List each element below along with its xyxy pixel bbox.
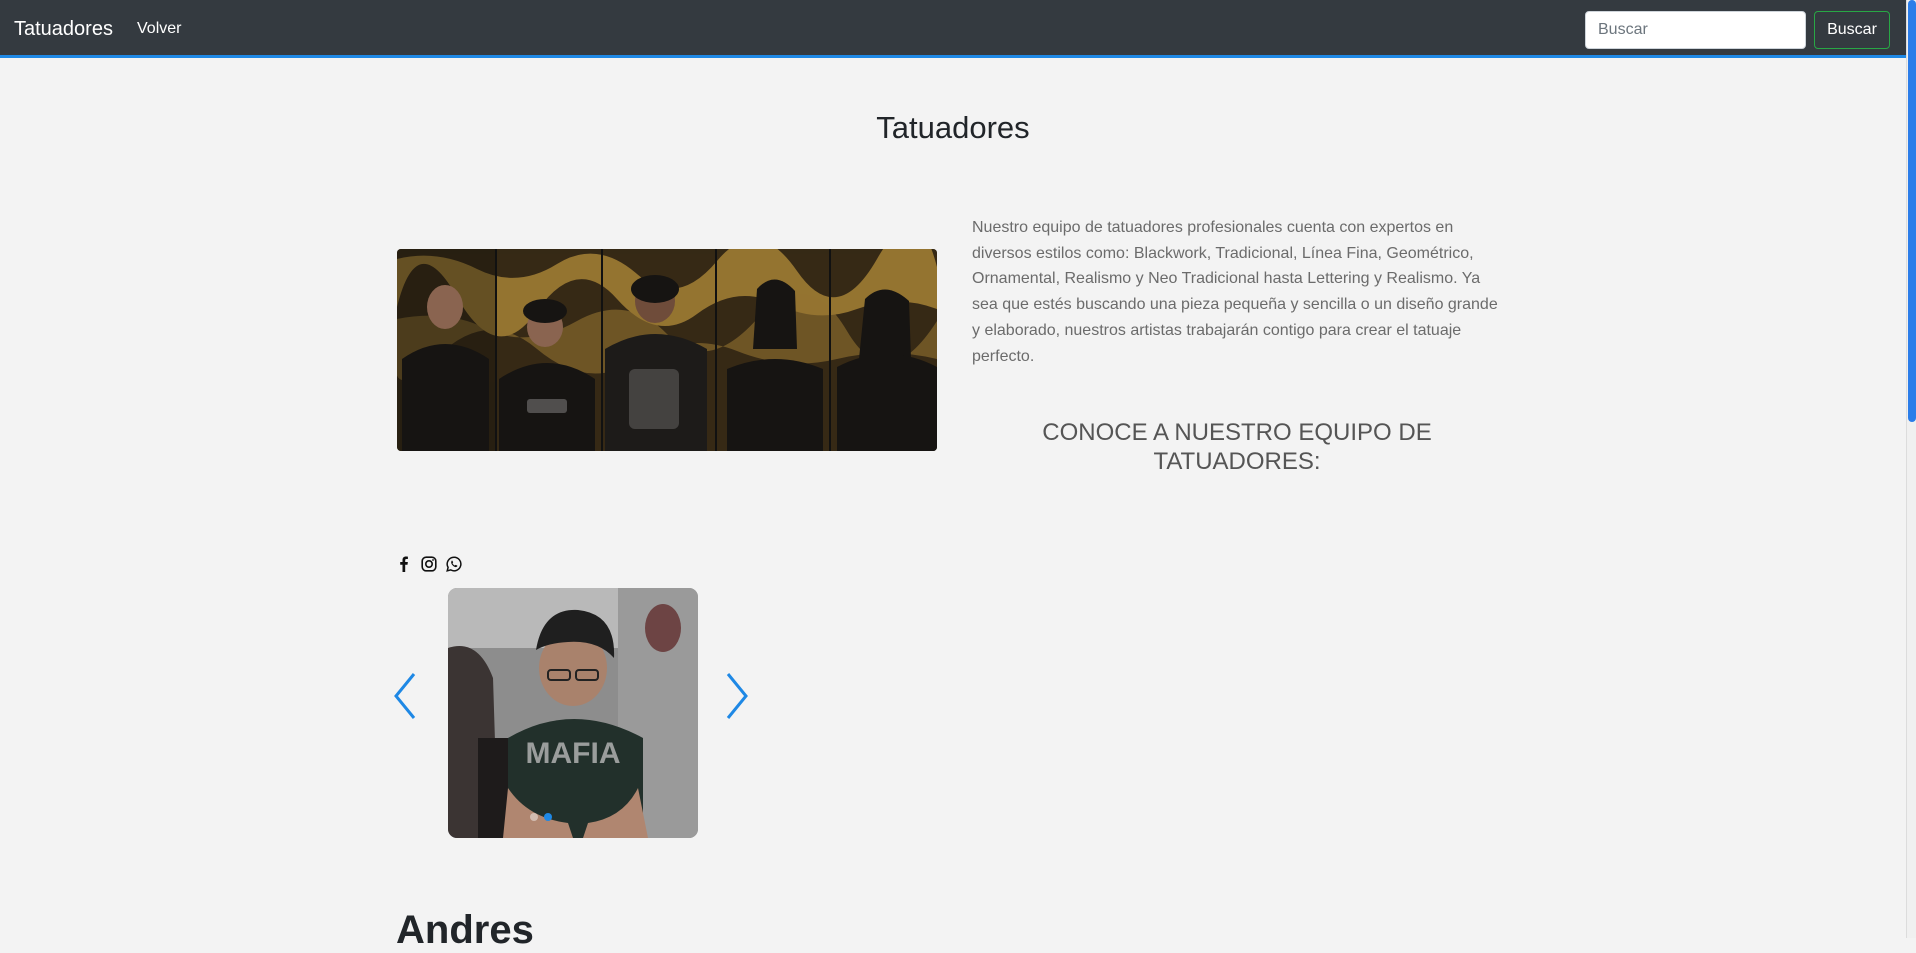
svg-text:MAFIA: MAFIA [526, 737, 621, 770]
carousel-indicators [530, 813, 552, 821]
carousel-dot-active[interactable] [544, 813, 552, 821]
team-description: Nuestro equipo de tatuadores profesional… [972, 219, 1498, 365]
carousel-prev-button[interactable] [390, 670, 420, 722]
top-navbar: Tatuadores Volver Buscar [0, 0, 1906, 58]
artist-carousel-image: MAFIA [448, 588, 698, 838]
whatsapp-icon[interactable] [446, 556, 462, 572]
navbar-brand[interactable]: Tatuadores [14, 18, 113, 41]
page-title: Tatuadores [876, 110, 1030, 145]
artist-social-links [396, 555, 462, 573]
artist-name: Andres [396, 908, 534, 952]
vertical-scrollbar[interactable] [1906, 0, 1916, 938]
back-link[interactable]: Volver [137, 20, 181, 38]
facebook-icon[interactable] [396, 556, 412, 572]
search-button[interactable]: Buscar [1814, 11, 1890, 49]
instagram-icon[interactable] [421, 556, 437, 572]
search-input[interactable] [1585, 11, 1806, 49]
team-group-photo [397, 249, 937, 451]
carousel-dot[interactable] [530, 813, 538, 821]
carousel-next-button[interactable] [722, 670, 752, 722]
scrollbar-thumb[interactable] [1908, 0, 1916, 422]
team-section-heading: CONOCE A NUESTRO EQUIPO DE TATUADORES: [1042, 419, 1432, 475]
